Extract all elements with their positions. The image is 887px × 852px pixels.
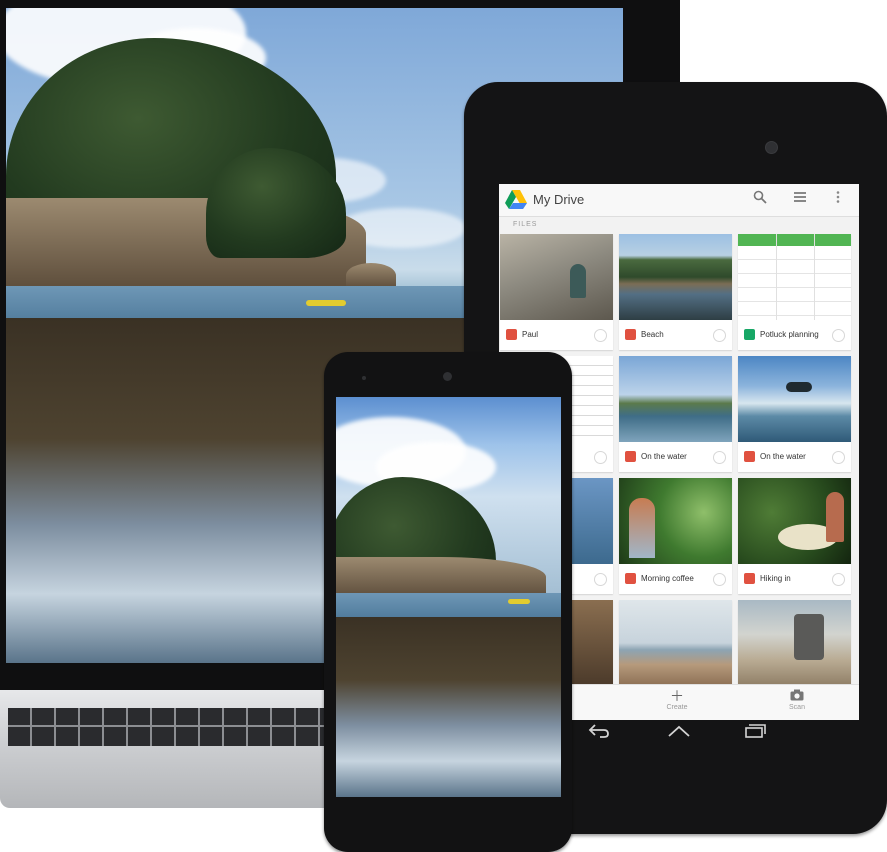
- section-label: FILES: [513, 221, 538, 228]
- phone-sensor: [362, 376, 366, 380]
- file-thumbnail: [738, 478, 851, 564]
- file-name: Paul: [522, 330, 539, 339]
- file-tile-morning-coffee[interactable]: Morning coffee: [619, 478, 732, 594]
- file-tile-paul[interactable]: Paul: [500, 234, 613, 350]
- file-tile-hiking-in[interactable]: Hiking in: [738, 478, 851, 594]
- file-info-icon[interactable]: [713, 329, 726, 342]
- image-file-icon: [744, 573, 755, 584]
- file-tile-beach[interactable]: Beach: [619, 234, 732, 350]
- file-tile-on-the-water-2[interactable]: On the water: [738, 356, 851, 472]
- file-info-icon[interactable]: [713, 573, 726, 586]
- tablet-camera: [765, 141, 778, 154]
- file-name: Potluck planning: [760, 330, 819, 339]
- more-vert-icon[interactable]: [829, 190, 847, 208]
- image-file-icon: [506, 329, 517, 340]
- file-info-icon[interactable]: [594, 573, 607, 586]
- home-icon[interactable]: [667, 724, 691, 743]
- back-icon[interactable]: [588, 724, 610, 743]
- phone-camera: [443, 372, 452, 381]
- drive-logo-icon[interactable]: [504, 188, 528, 212]
- file-info-icon[interactable]: [594, 329, 607, 342]
- scan-button[interactable]: Scan: [767, 688, 827, 711]
- file-thumbnail: [619, 478, 732, 564]
- file-info-icon[interactable]: [832, 573, 845, 586]
- file-tile-photo[interactable]: [619, 600, 732, 686]
- file-thumbnail: [738, 356, 851, 442]
- file-name: Beach: [641, 330, 664, 339]
- create-button-label: Create: [666, 704, 688, 711]
- file-info-icon[interactable]: [832, 451, 845, 464]
- plus-icon: ＋: [670, 688, 684, 704]
- file-thumbnail: [619, 356, 732, 442]
- file-info-icon[interactable]: [713, 451, 726, 464]
- spreadsheet-file-icon: [744, 329, 755, 340]
- file-thumbnail: [619, 234, 732, 320]
- search-icon[interactable]: [751, 190, 769, 208]
- image-file-icon: [625, 329, 636, 340]
- file-name: On the water: [760, 452, 806, 461]
- scan-button-label: Scan: [789, 704, 805, 711]
- file-tile-photo[interactable]: [738, 600, 851, 686]
- file-info-icon[interactable]: [832, 329, 845, 342]
- file-tile-potluck-planning[interactable]: Potluck planning: [738, 234, 851, 350]
- file-name: On the water: [641, 452, 687, 461]
- phone-screen-wallpaper: [336, 397, 561, 797]
- camera-icon: [767, 688, 827, 704]
- create-button[interactable]: ＋ Create: [647, 688, 707, 711]
- image-file-icon: [625, 451, 636, 462]
- file-thumbnail: [619, 600, 732, 686]
- recents-icon[interactable]: [744, 724, 766, 743]
- list-view-icon[interactable]: [791, 190, 809, 208]
- file-name: Morning coffee: [641, 574, 694, 583]
- laptop-keyboard: [8, 708, 338, 746]
- page-title: My Drive: [533, 192, 585, 207]
- image-file-icon: [625, 573, 636, 584]
- file-tile-on-the-water-1[interactable]: On the water: [619, 356, 732, 472]
- file-thumbnail: [738, 600, 851, 686]
- spreadsheet-thumbnail: [738, 234, 851, 320]
- image-file-icon: [744, 451, 755, 462]
- file-thumbnail: [500, 234, 613, 320]
- drive-app-bar: My Drive: [499, 184, 859, 217]
- file-info-icon[interactable]: [594, 451, 607, 464]
- file-name: Hiking in: [760, 574, 791, 583]
